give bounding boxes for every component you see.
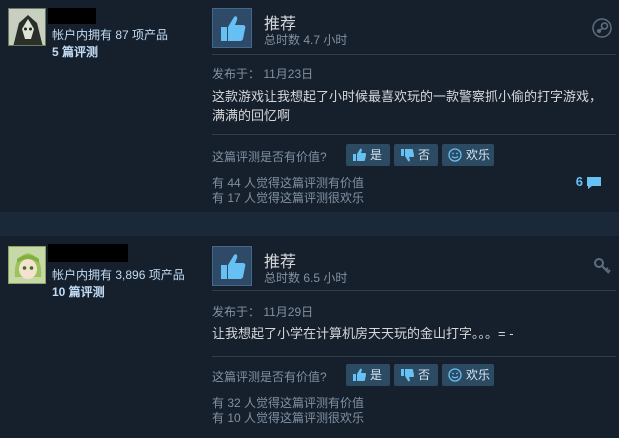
- vote-no-label: 否: [418, 368, 431, 382]
- vote-yes-button[interactable]: 是: [346, 364, 390, 386]
- hours-played: 总时数 4.7 小时: [264, 33, 348, 47]
- review-separator: [0, 212, 619, 236]
- thumbs-up-icon: [212, 8, 252, 48]
- vote-no-label: 否: [418, 148, 431, 162]
- redacted-username: [48, 244, 128, 262]
- reviews-count[interactable]: 10 篇评测: [52, 283, 105, 300]
- comments-link[interactable]: 6: [576, 174, 602, 190]
- helpful-question: 这篇评测是否有价值?: [212, 370, 327, 384]
- review-card: 帐户内拥有 3,896 项产品 10 篇评测 推荐 总时数 6.5 小时 发布于…: [0, 236, 619, 438]
- smiley-icon: [448, 368, 462, 382]
- avatar[interactable]: [8, 246, 46, 284]
- posted-date: 发布于： 11月29日: [212, 305, 314, 319]
- speech-bubble-icon: [587, 177, 601, 189]
- review-card: 帐户内拥有 87 项产品 5 篇评测 推荐 总时数 4.7 小时 发布于： 11…: [0, 0, 619, 212]
- thumbs-down-icon: [401, 149, 414, 162]
- vote-funny-label: 欢乐: [466, 368, 491, 382]
- funny-count: 有 17 人觉得这篇评测很欢乐: [212, 191, 365, 205]
- divider: [212, 356, 616, 357]
- divider: [212, 290, 616, 291]
- divider: [212, 54, 616, 55]
- review-content: 这款游戏让我想起了小时候最喜欢玩的一款警察抓小偷的打字游戏，满满的回忆啊: [212, 89, 603, 123]
- owned-products: 帐户内拥有 3,896 项产品: [52, 268, 185, 282]
- vote-yes-label: 是: [370, 148, 383, 162]
- vote-no-button[interactable]: 否: [394, 364, 438, 386]
- review-content: 让我想起了小学在计算机房天天玩的金山打字。。。= -: [212, 326, 514, 341]
- owned-products: 帐户内拥有 87 项产品: [52, 28, 169, 42]
- review-author[interactable]: 帐户内拥有 87 项产品 5 篇评测: [6, 6, 206, 66]
- thumbs-up-icon: [212, 246, 252, 286]
- redacted-username: [48, 8, 96, 24]
- vote-no-button[interactable]: 否: [394, 144, 438, 166]
- review-author[interactable]: 帐户内拥有 3,896 项产品 10 篇评测: [6, 244, 206, 304]
- vote-yes-button[interactable]: 是: [346, 144, 390, 166]
- vote-funny-label: 欢乐: [466, 148, 491, 162]
- review-main: 推荐 总时数 4.7 小时 发布于： 11月23日 这款游戏让我想起了小时候最喜…: [212, 8, 616, 208]
- thumbs-down-icon: [401, 369, 414, 382]
- key-icon: [592, 256, 612, 276]
- helpful-question: 这篇评测是否有价值?: [212, 150, 327, 164]
- avatar[interactable]: [8, 8, 46, 46]
- vote-yes-label: 是: [370, 368, 383, 382]
- helpful-count: 有 32 人觉得这篇评测有价值: [212, 396, 365, 410]
- funny-count: 有 10 人觉得这篇评测很欢乐: [212, 411, 365, 425]
- helpful-count: 有 44 人觉得这篇评测有价值: [212, 176, 365, 190]
- thumbs-up-icon: [353, 148, 366, 161]
- review-main: 推荐 总时数 6.5 小时 发布于： 11月29日 让我想起了小学在计算机房天天…: [212, 246, 616, 436]
- vote-funny-button[interactable]: 欢乐: [442, 364, 494, 386]
- steam-icon: [592, 18, 612, 38]
- vote-funny-button[interactable]: 欢乐: [442, 144, 494, 166]
- posted-date: 发布于： 11月23日: [212, 67, 314, 81]
- comment-count: 6: [575, 174, 583, 189]
- smiley-icon: [448, 148, 462, 162]
- hours-played: 总时数 6.5 小时: [264, 271, 348, 285]
- reviews-count[interactable]: 5 篇评测: [52, 43, 98, 60]
- thumbs-up-icon: [353, 368, 366, 381]
- divider: [212, 134, 616, 135]
